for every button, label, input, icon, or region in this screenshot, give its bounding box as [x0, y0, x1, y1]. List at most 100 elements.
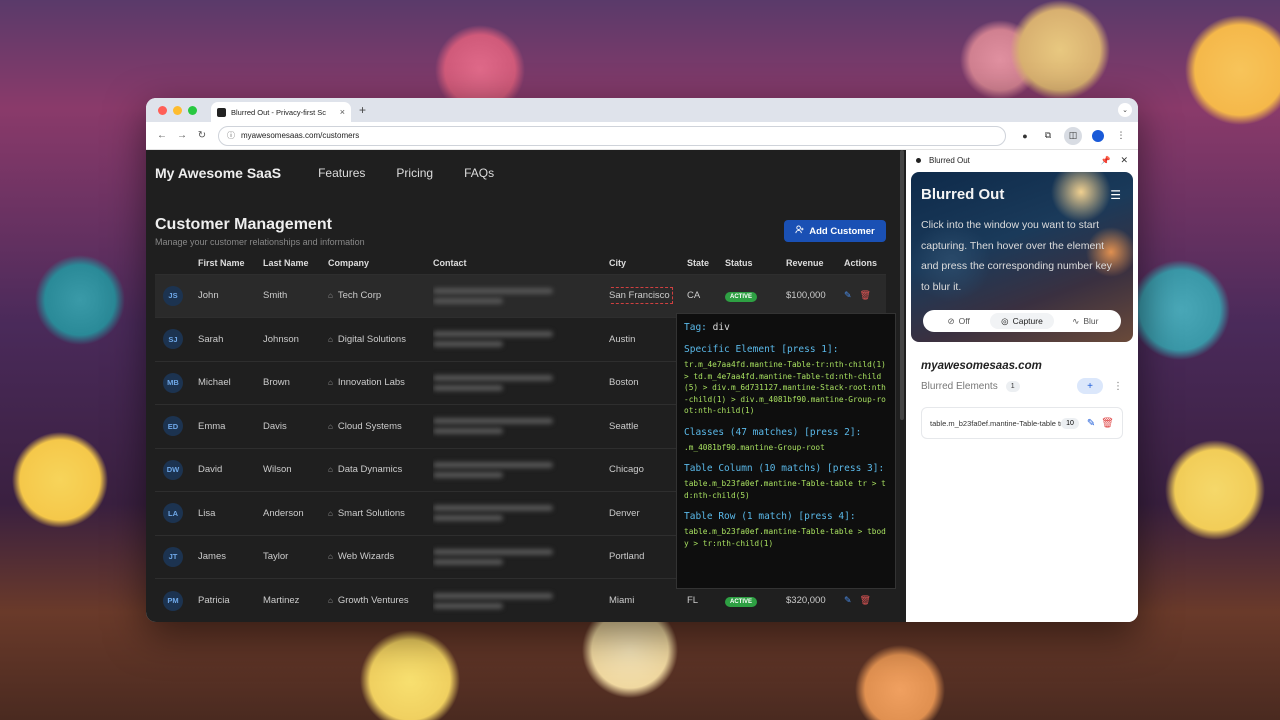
blur-icon: ∿ — [1072, 315, 1080, 326]
blurred-phone — [433, 602, 503, 609]
blur-rule-item: table.m_b23fa0ef.mantine-Table-table tr … — [921, 407, 1123, 439]
close-panel-icon[interactable]: ✕ — [1120, 155, 1128, 166]
profile-icon[interactable] — [1091, 129, 1105, 143]
brand-logo[interactable]: My Awesome SaaS — [155, 165, 281, 181]
tooltip-tag-value: div — [712, 322, 730, 333]
column-header[interactable]: State — [687, 252, 725, 274]
avatar-cell: SJ — [155, 317, 198, 361]
back-icon[interactable]: ← — [154, 130, 170, 141]
column-header[interactable]: City — [609, 252, 687, 274]
mode-blur-label: Blur — [1083, 316, 1099, 326]
rule-selector: table.m_b23fa0ef.mantine-Table-table tr … — [930, 418, 1061, 428]
nav-link-features[interactable]: Features — [318, 166, 365, 180]
contact-cell-blurred — [433, 360, 609, 405]
blurred-elements-header: Blurred Elements 1 + ⋮ — [921, 378, 1123, 394]
column-header[interactable]: Contact — [433, 252, 609, 274]
reload-icon[interactable]: ↻ — [194, 130, 210, 141]
edit-rule-icon[interactable]: ✎ — [1087, 418, 1095, 429]
avatar: DW — [163, 459, 183, 480]
column-header[interactable]: Company — [328, 252, 433, 274]
blurred-email — [433, 287, 553, 294]
blurred-elements-label: Blurred Elements — [921, 380, 998, 392]
add-user-icon — [795, 225, 804, 237]
building-icon: ⌂ — [328, 508, 333, 518]
blurred-phone — [433, 558, 503, 565]
browser-menu-icon[interactable]: ⋮ — [1114, 129, 1128, 143]
tab-search-chevron-icon[interactable]: ⌄ — [1118, 103, 1132, 117]
tooltip-option-selector: table.m_b23fa0ef.mantine-Table-table > t… — [684, 527, 886, 548]
record-icon[interactable]: ● — [1018, 129, 1032, 143]
column-header[interactable]: Status — [725, 252, 786, 274]
status-badge: ACTIVE — [725, 291, 758, 302]
forward-icon[interactable]: → — [174, 130, 190, 141]
first-name-cell: John — [198, 273, 263, 318]
blurred-phone — [433, 515, 503, 522]
column-header[interactable]: Revenue — [786, 252, 844, 274]
column-header — [155, 252, 198, 274]
add-customer-button[interactable]: Add Customer — [784, 220, 886, 242]
company-cell: ⌂ Growth Ventures — [328, 578, 433, 622]
first-name-cell: James — [198, 534, 263, 579]
nav-link-pricing[interactable]: Pricing — [396, 166, 433, 180]
last-name-cell: Smith — [263, 273, 328, 318]
browser-toolbar: ← → ↻ ⓘ myawesomesaas.com/customers ● ⧉ … — [146, 122, 1138, 150]
page-header: Customer Management Manage your customer… — [146, 196, 906, 252]
add-customer-label: Add Customer — [809, 225, 875, 237]
blurred-phone — [433, 384, 503, 391]
column-header[interactable]: First Name — [198, 252, 263, 274]
mode-capture[interactable]: ◎ Capture — [990, 313, 1054, 329]
actions-cell: ✎ 🗑 — [844, 273, 886, 318]
avatar-cell: JS — [155, 273, 198, 318]
maximize-window-button[interactable] — [188, 105, 197, 115]
browser-tab[interactable]: Blurred Out - Privacy-first Sc × — [211, 102, 351, 122]
edit-icon[interactable]: ✎ — [844, 595, 852, 606]
hamburger-menu-icon[interactable]: ☰ — [1110, 188, 1121, 202]
building-icon: ⌂ — [328, 465, 333, 475]
selector-tooltip: Tag: div Specific Element [press 1]: tr.… — [676, 313, 896, 589]
new-tab-button[interactable]: + — [359, 103, 366, 117]
avatar: SJ — [163, 329, 183, 350]
avatar-cell: JT — [155, 534, 198, 579]
pin-icon[interactable]: 📌 — [1100, 156, 1110, 165]
first-name-cell: Sarah — [198, 317, 263, 361]
profile-avatar — [1092, 129, 1104, 142]
contact-cell-blurred — [433, 404, 609, 448]
building-icon: ⌂ — [328, 552, 333, 562]
mode-capture-label: Capture — [1012, 316, 1043, 326]
site-info-icon[interactable]: ⓘ — [227, 130, 235, 141]
tab-close-icon[interactable]: × — [340, 107, 345, 117]
blurred-phone — [433, 428, 503, 435]
last-name-cell: Wilson — [263, 447, 328, 492]
nav-link-faqs[interactable]: FAQs — [464, 166, 494, 180]
close-window-button[interactable] — [158, 105, 167, 115]
last-name-cell: Brown — [263, 360, 328, 405]
address-url[interactable]: myawesomesaas.com/customers — [241, 131, 359, 140]
extensions-icon[interactable]: ⧉ — [1041, 129, 1055, 143]
avatar-cell: DW — [155, 447, 198, 492]
capture-icon: ◎ — [1001, 315, 1009, 326]
table-row[interactable]: JS John Smith ⌂ Tech Corp San Francisco C… — [155, 273, 886, 318]
company-cell: ⌂ Tech Corp — [328, 273, 433, 318]
tooltip-option-selector: table.m_b23fa0ef.mantine-Table-table tr … — [684, 479, 886, 500]
first-name-cell: David — [198, 447, 263, 492]
side-panel-icon[interactable]: ◫ — [1064, 126, 1082, 145]
column-header: Actions — [844, 257, 878, 268]
add-rule-button[interactable]: + — [1077, 378, 1103, 394]
contact-cell-blurred — [433, 317, 609, 361]
minimize-window-button[interactable] — [173, 105, 182, 115]
contact-cell-blurred — [433, 534, 609, 579]
company-name: Growth Ventures — [337, 595, 409, 606]
page-scrollbar[interactable] — [900, 150, 904, 420]
column-header[interactable]: Last Name — [263, 252, 328, 274]
delete-rule-icon[interactable]: 🗑 — [1101, 418, 1114, 429]
delete-icon[interactable]: 🗑 — [860, 290, 871, 301]
company-cell: ⌂ Web Wizards — [328, 534, 433, 579]
edit-icon[interactable]: ✎ — [844, 290, 852, 301]
mode-off[interactable]: ⊘ Off — [927, 313, 990, 329]
address-bar[interactable]: ⓘ myawesomesaas.com/customers — [218, 125, 1006, 146]
contact-cell-blurred — [433, 491, 609, 535]
mode-blur[interactable]: ∿ Blur — [1054, 313, 1117, 329]
delete-icon[interactable]: 🗑 — [860, 595, 871, 606]
blurred-email — [433, 418, 553, 425]
more-options-icon[interactable]: ⋮ — [1113, 381, 1123, 392]
